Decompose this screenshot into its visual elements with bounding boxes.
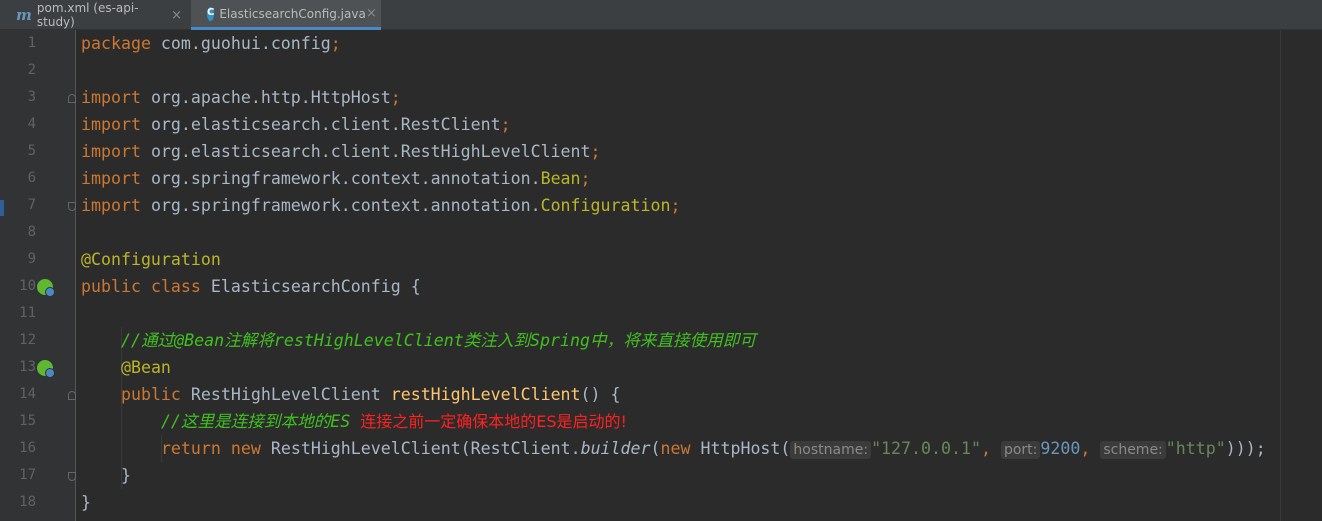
right-margin-guide — [1280, 30, 1281, 521]
class-icon: C — [207, 6, 215, 21]
code-line-4: import org.elasticsearch.client.RestClie… — [81, 115, 511, 134]
spring-bean-gutter-icon[interactable] — [37, 360, 55, 378]
code-line-7: import org.springframework.context.annot… — [81, 196, 681, 215]
code-line-12: //通过@Bean注解将restHighLevelClient类注入到Sprin… — [120, 331, 756, 350]
fold-toggle-icon[interactable] — [68, 94, 76, 103]
tab-elasticsearch-config[interactable]: C ElasticsearchConfig.java × — [191, 0, 381, 30]
change-marker — [0, 200, 4, 216]
line-number: 10 — [19, 278, 36, 294]
line-number: 16 — [19, 440, 36, 456]
tab-pom-xml[interactable]: m pom.xml (es-api-study) × — [0, 0, 190, 30]
code-line-15: //这里是连接到本地的ES 连接之前一定确保本地的ES是启动的! — [160, 412, 627, 431]
tab-label: ElasticsearchConfig.java — [219, 6, 366, 21]
code-line-13: @Bean — [120, 358, 171, 377]
red-annotation-note: 连接之前一定确保本地的ES是启动的! — [360, 412, 627, 431]
line-number: 1 — [27, 35, 36, 51]
line-number: 2 — [27, 62, 36, 78]
param-hint-scheme: scheme: — [1100, 441, 1166, 459]
line-number: 8 — [27, 224, 36, 240]
code-line-9: @Configuration — [81, 250, 221, 269]
close-icon[interactable]: × — [366, 6, 377, 21]
code-line-6: import org.springframework.context.annot… — [81, 169, 591, 188]
editor-gutter[interactable]: 1 2 3 4 5 6 7 8 9 10 11 12 13 14 15 16 1… — [0, 30, 76, 521]
fold-toggle-icon[interactable] — [68, 391, 76, 400]
code-line-14: public RestHighLevelClient restHighLevel… — [120, 385, 621, 404]
line-number: 13 — [19, 359, 36, 375]
close-icon[interactable]: × — [171, 8, 182, 23]
line-number: 15 — [19, 413, 36, 429]
code-line-17: } — [120, 466, 131, 485]
line-number: 12 — [19, 332, 36, 348]
param-hint-port: port: — [1000, 441, 1041, 459]
line-number: 3 — [27, 89, 36, 105]
line-number: 7 — [27, 197, 36, 213]
code-line-10: public class ElasticsearchConfig { — [81, 277, 421, 296]
fold-toggle-icon[interactable] — [68, 472, 76, 481]
spring-config-gutter-icon[interactable] — [37, 279, 55, 297]
line-number: 14 — [19, 386, 36, 402]
line-number: 9 — [27, 251, 36, 267]
maven-icon: m — [16, 6, 32, 24]
code-line-18: } — [81, 493, 91, 512]
editor-tab-bar: m pom.xml (es-api-study) × C Elasticsear… — [0, 0, 1322, 30]
tab-label: pom.xml (es-api-study) — [36, 1, 139, 29]
param-hint-hostname: hostname: — [790, 441, 872, 459]
line-number: 18 — [19, 494, 36, 510]
line-number: 5 — [27, 143, 36, 159]
code-line-3: import org.apache.http.HttpHost; — [81, 88, 401, 107]
fold-toggle-icon[interactable] — [68, 202, 76, 211]
line-number: 17 — [19, 467, 36, 483]
code-line-1: package com.guohui.config; — [81, 34, 341, 53]
line-number: 11 — [19, 305, 36, 321]
line-number: 6 — [27, 170, 36, 186]
code-line-5: import org.elasticsearch.client.RestHigh… — [81, 142, 601, 161]
code-line-16: return new RestHighLevelClient(RestClien… — [160, 439, 1266, 459]
line-number: 4 — [27, 116, 36, 132]
